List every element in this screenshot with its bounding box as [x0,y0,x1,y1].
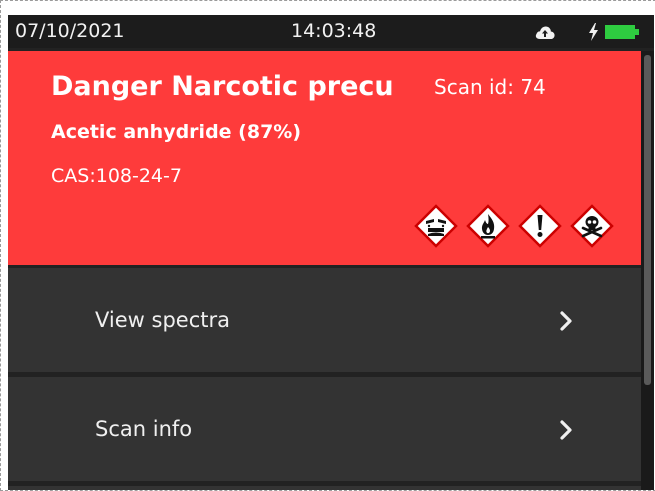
danger-result-card: Danger Narcotic precu Scan id: 74 Acetic… [8,51,641,265]
menu-item-label: View spectra [95,308,230,332]
charging-bolt-icon [589,23,598,41]
menu-item-partial[interactable] [8,486,641,490]
scrollbar-thumb[interactable] [644,55,651,385]
status-bar: 07/10/2021 14:03:48 [8,15,654,48]
scrollbar[interactable] [641,51,654,490]
flammable-icon [466,204,510,248]
exclamation-icon [518,204,562,248]
status-date: 07/10/2021 [15,20,125,42]
cas-number: CAS:108-24-7 [51,165,182,187]
scan-id: Scan id: 74 [434,75,546,99]
toxic-skull-icon [570,204,614,248]
chevron-right-icon [560,420,572,440]
view-spectra-button[interactable]: View spectra [8,268,641,372]
menu-item-label: Scan info [95,417,193,441]
corrosive-icon [414,204,458,248]
scan-info-button[interactable]: Scan info [8,377,641,481]
compound-name: Acetic anhydride (87%) [51,121,302,143]
status-time: 14:03:48 [291,20,377,42]
battery-full-icon [605,25,639,39]
cloud-upload-icon [535,26,555,39]
result-title: Danger Narcotic precu [51,71,394,102]
device-screen: 07/10/2021 14:03:48 Danger Narcotic prec… [8,15,654,490]
chevron-right-icon [560,311,572,331]
